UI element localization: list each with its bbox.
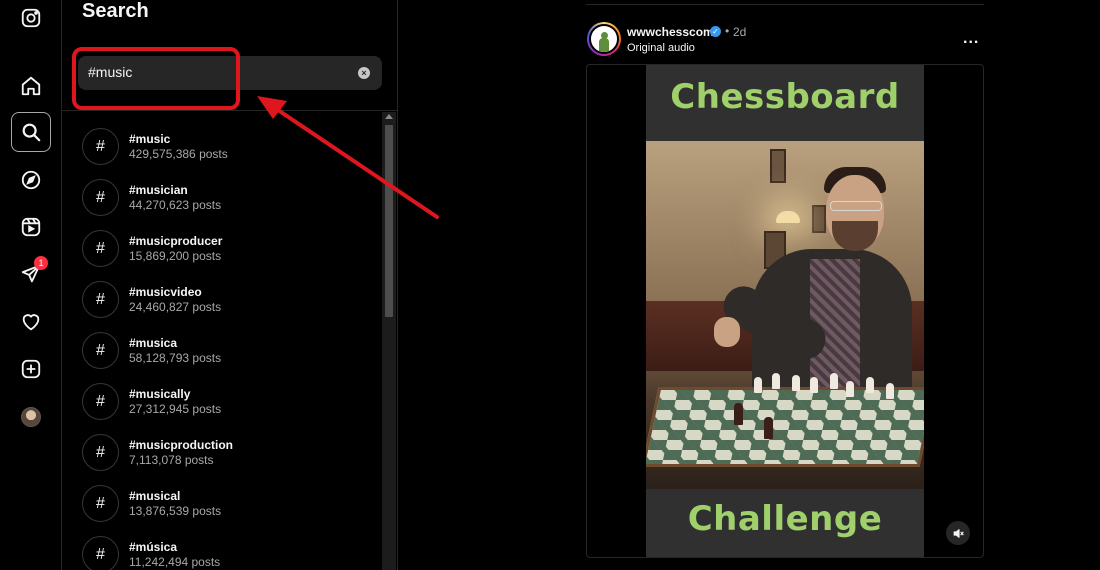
post-media[interactable]: Chessboard Challenge bbox=[586, 64, 984, 558]
hashtag-name: #musicvideo bbox=[129, 285, 202, 299]
feed-divider bbox=[586, 4, 984, 5]
hashtag-post-count: 13,876,539 posts bbox=[129, 504, 222, 518]
hashtag-name: #music bbox=[129, 132, 171, 146]
hashtag-post-count: 58,128,793 posts bbox=[129, 351, 222, 365]
notifications-heart-icon[interactable] bbox=[11, 302, 51, 342]
hashtag-name: #musica bbox=[129, 336, 178, 350]
list-item[interactable]: # #musicproducer 15,869,200 posts bbox=[82, 230, 372, 280]
search-icon[interactable] bbox=[11, 112, 51, 152]
reels-icon[interactable] bbox=[11, 207, 51, 247]
chessboard bbox=[646, 387, 924, 467]
list-item[interactable]: # #musica 58,128,793 posts bbox=[82, 332, 372, 382]
hashtag-name: #musically bbox=[129, 387, 191, 401]
reel-video[interactable]: Chessboard Challenge bbox=[646, 65, 924, 557]
create-plus-icon[interactable] bbox=[11, 349, 51, 389]
hashtag-icon: # bbox=[82, 230, 119, 267]
hashtag-icon: # bbox=[82, 485, 119, 522]
messages-badge: 1 bbox=[34, 256, 48, 270]
search-results-list: # #music 429,575,386 posts # #musician 4… bbox=[62, 112, 382, 570]
list-item[interactable]: # #música 11,242,494 posts bbox=[82, 536, 372, 570]
post-audio-link[interactable]: Original audio bbox=[627, 42, 695, 54]
list-item[interactable]: # #musical 13,876,539 posts bbox=[82, 485, 372, 535]
mute-toggle-button[interactable] bbox=[946, 521, 970, 545]
list-item[interactable]: # #musician 44,270,623 posts bbox=[82, 179, 372, 229]
hashtag-name: #musical bbox=[129, 489, 181, 503]
hashtag-icon: # bbox=[82, 383, 119, 420]
clear-search-icon[interactable]: × bbox=[358, 67, 370, 79]
hashtag-post-count: 44,270,623 posts bbox=[129, 198, 222, 212]
hashtag-icon: # bbox=[82, 128, 119, 165]
post-avatar[interactable] bbox=[587, 22, 621, 56]
avatar bbox=[21, 407, 41, 427]
post-timestamp[interactable]: 2d bbox=[733, 25, 746, 39]
chess-pawn-logo-icon bbox=[589, 24, 619, 54]
video-frame bbox=[646, 141, 924, 489]
divider bbox=[62, 110, 398, 111]
video-caption-bottom: Challenge bbox=[687, 499, 883, 539]
hashtag-post-count: 7,113,078 posts bbox=[129, 453, 214, 467]
results-scrollbar[interactable] bbox=[382, 112, 396, 570]
chess-player bbox=[714, 167, 924, 409]
hashtag-name: #musicproduction bbox=[129, 438, 234, 452]
hashtag-post-count: 429,575,386 posts bbox=[129, 147, 228, 161]
hashtag-name: #musicproducer bbox=[129, 234, 223, 248]
hashtag-icon: # bbox=[82, 179, 119, 216]
hashtag-icon: # bbox=[82, 332, 119, 369]
hashtag-icon: # bbox=[82, 434, 119, 471]
speaker-muted-icon bbox=[953, 528, 964, 538]
more-options-icon[interactable]: ... bbox=[963, 30, 979, 48]
scroll-up-arrow-icon[interactable] bbox=[385, 114, 393, 119]
hashtag-post-count: 15,869,200 posts bbox=[129, 249, 222, 263]
list-item[interactable]: # #musicvideo 24,460,827 posts bbox=[82, 281, 372, 331]
list-item[interactable]: # #musically 27,312,945 posts bbox=[82, 383, 372, 433]
video-caption-top: Chessboard bbox=[670, 77, 900, 117]
hashtag-post-count: 27,312,945 posts bbox=[129, 402, 222, 416]
hashtag-name: #musician bbox=[129, 183, 188, 197]
hashtag-name: #música bbox=[129, 540, 178, 554]
home-icon[interactable] bbox=[11, 66, 51, 106]
list-item[interactable]: # #music 429,575,386 posts bbox=[82, 128, 372, 178]
sidebar-nav: 1 bbox=[0, 0, 62, 570]
profile-avatar[interactable] bbox=[11, 397, 51, 437]
hashtag-post-count: 11,242,494 posts bbox=[129, 555, 221, 569]
hashtag-post-count: 24,460,827 posts bbox=[129, 300, 222, 314]
hashtag-icon: # bbox=[82, 281, 119, 318]
explore-compass-icon[interactable] bbox=[11, 160, 51, 200]
post-username[interactable]: wwwchesscom bbox=[627, 25, 714, 39]
page-title: Search bbox=[82, 0, 149, 22]
search-highlight-box bbox=[72, 47, 240, 110]
scrollbar-thumb[interactable] bbox=[385, 125, 393, 317]
list-item[interactable]: # #musicproduction 7,113,078 posts bbox=[82, 434, 372, 484]
separator-dot: • bbox=[725, 24, 730, 38]
instagram-logo-icon[interactable] bbox=[11, 0, 51, 38]
messages-icon[interactable]: 1 bbox=[11, 254, 51, 294]
verified-badge-icon: ✓ bbox=[710, 26, 721, 37]
hashtag-icon: # bbox=[82, 536, 119, 570]
